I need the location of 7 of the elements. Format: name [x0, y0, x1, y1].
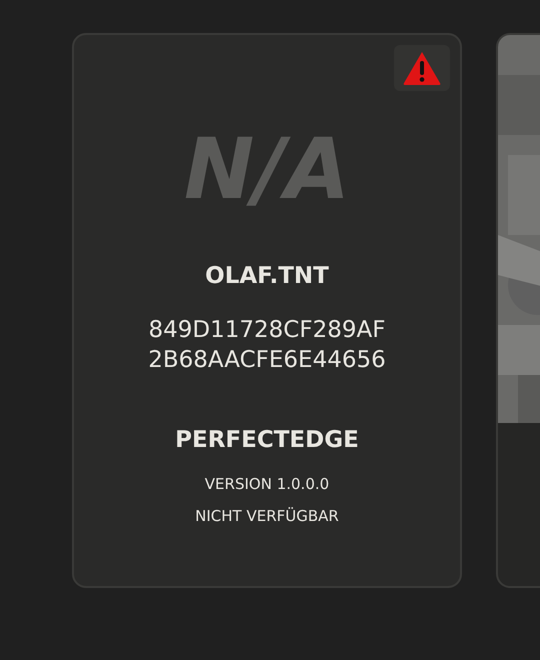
mod-name: PERFECTEDGE: [175, 427, 359, 453]
hash-line: 849D11728CF289AF: [148, 316, 386, 345]
hash-line: 2B68AACFE6E44656: [148, 346, 386, 375]
warning-button[interactable]: [394, 45, 450, 91]
version-label: VERSION 1.0.0.0: [204, 475, 330, 493]
status-label: NICHT VERFÜGBAR: [195, 507, 339, 525]
author-name: OLAF.TNT: [205, 263, 329, 289]
